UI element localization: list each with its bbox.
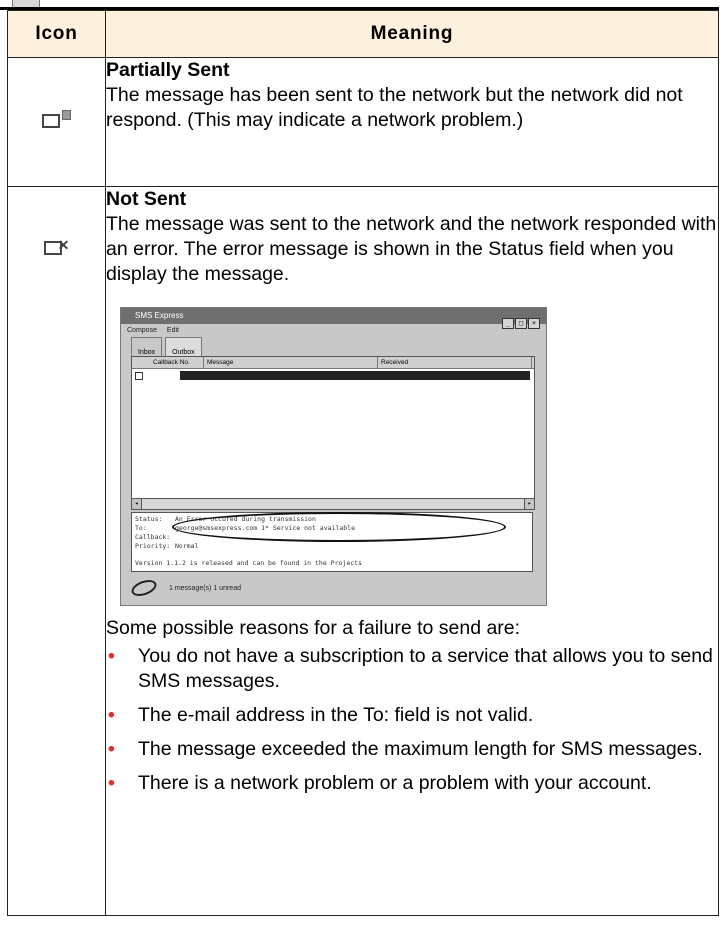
list-item: • You do not have a subscription to a ser… — [108, 645, 713, 692]
embedded-screenshot: SMS Express _ □ × Compose Edit Inbox Outbo… — [120, 307, 547, 606]
entry-title: Partially Sent — [106, 59, 230, 81]
table-row: ✕ Not Sent The message was sent to the n… — [7, 186, 719, 916]
menu-item: Compose — [127, 327, 157, 334]
icon-meaning-table: Icon Meaning Partially Sent The message … — [7, 10, 719, 916]
highlight-oval — [172, 512, 506, 542]
list-item: • The e-mail address in the To: field is … — [108, 704, 534, 726]
not-sent-icon: ✕ — [43, 237, 69, 255]
message-list: Callback No. Message Received — [131, 356, 535, 500]
screenshot-status-bar: 1 message(s) 1 unread — [129, 576, 241, 601]
maximize-icon: □ — [515, 318, 527, 329]
failure-reasons-intro: Some possible reasons for a failure to s… — [106, 617, 521, 639]
bullet-icon: • — [108, 772, 115, 794]
header-icon: Icon — [7, 10, 106, 58]
screenshot-window-title: SMS Express — [121, 308, 546, 324]
table-header-row: Icon Meaning — [7, 10, 719, 58]
horizontal-scrollbar: ◂ ▸ — [131, 498, 535, 510]
close-icon: × — [528, 318, 540, 329]
list-item: • There is a network problem or a problem… — [108, 772, 652, 794]
partially-sent-icon — [42, 110, 71, 128]
bullet-icon: • — [108, 738, 115, 760]
menu-item: Edit — [166, 327, 179, 334]
screenshot-tabs: Inbox Outbox — [121, 337, 546, 367]
window-controls: _ □ × — [501, 311, 540, 336]
header-meaning: Meaning — [105, 10, 719, 58]
message-list-header: Callback No. Message Received — [132, 357, 534, 369]
phone-icon — [129, 577, 159, 600]
failure-reasons-list: • You do not have a subscription to a ser… — [106, 644, 718, 796]
screenshot-menu: Compose Edit — [121, 324, 546, 337]
table-row: Partially Sent The message has been sent… — [7, 57, 719, 187]
bullet-icon: • — [108, 704, 115, 726]
entry-description: The message was sent to the network and … — [106, 213, 717, 285]
message-detail: Status: An Error occured during transmiss… — [131, 512, 533, 572]
entry-description: The message has been sent to the network… — [106, 84, 683, 131]
bullet-icon: • — [108, 645, 115, 667]
entry-title: Not Sent — [106, 188, 187, 210]
minimize-icon: _ — [502, 318, 514, 329]
message-row — [132, 371, 534, 380]
list-item: • The message exceeded the maximum length… — [108, 738, 703, 760]
